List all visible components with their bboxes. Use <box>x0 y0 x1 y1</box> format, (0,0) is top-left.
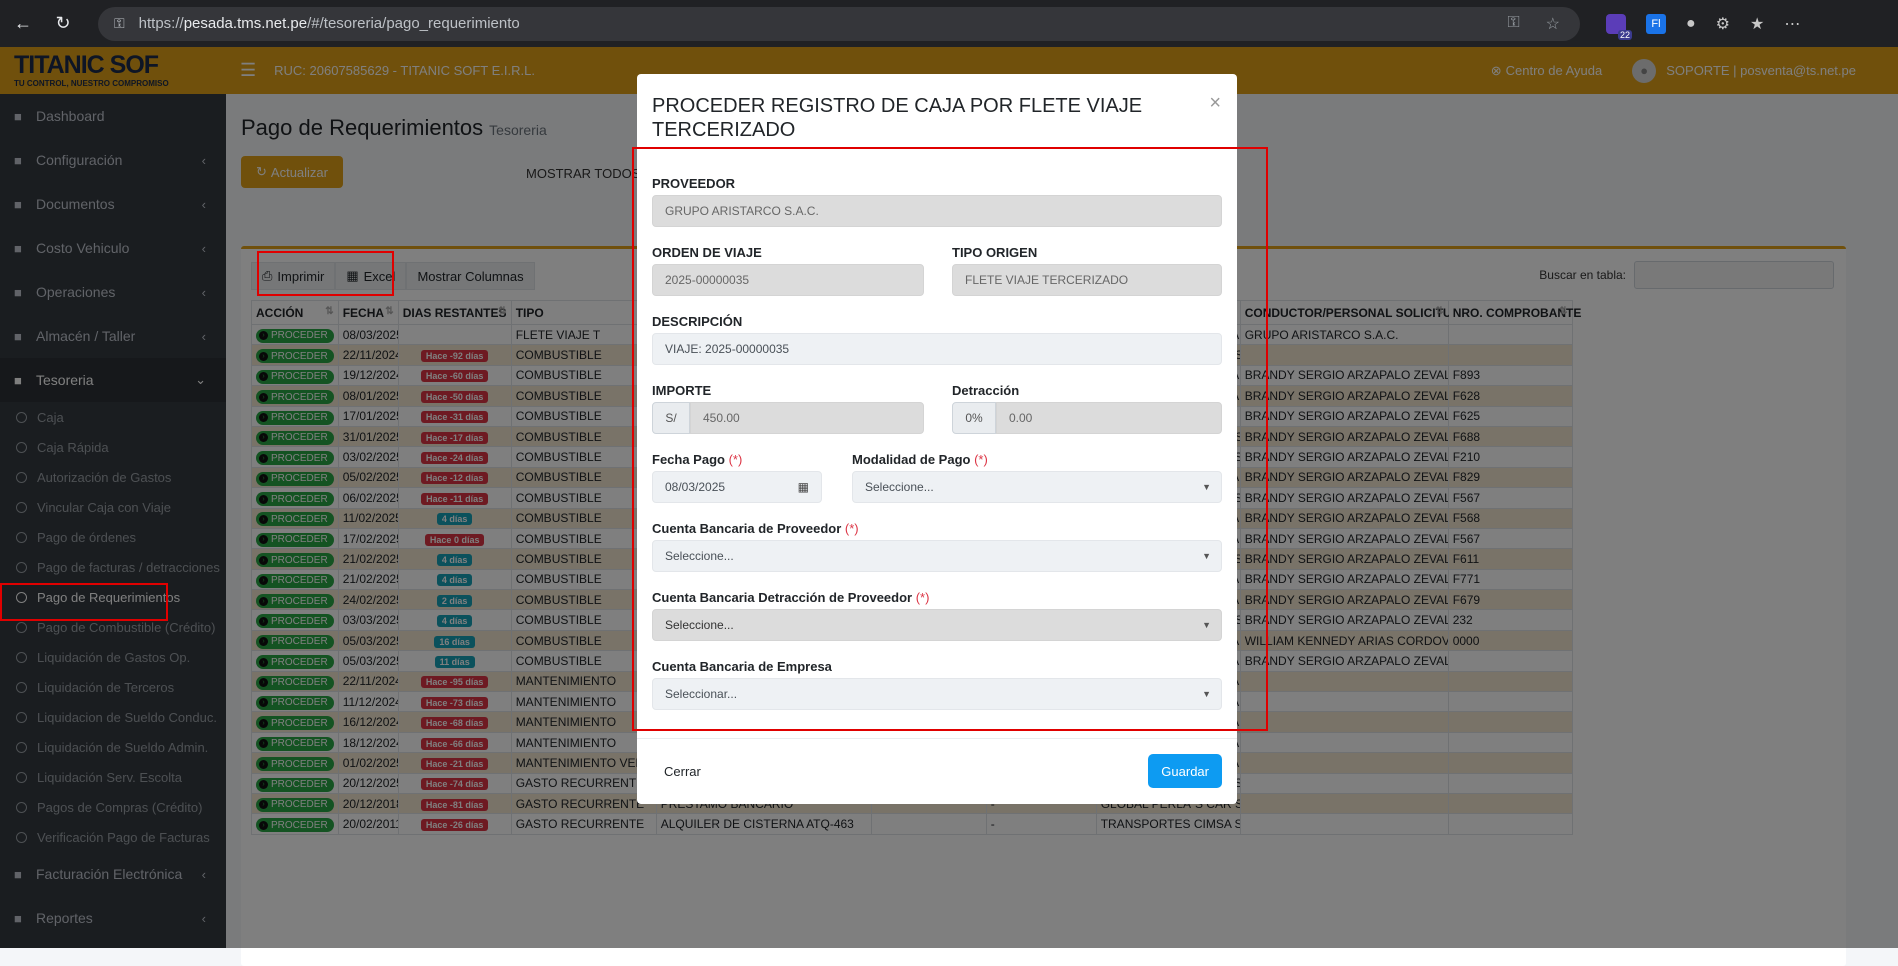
url-prefix: https:// <box>138 15 184 32</box>
site-info-icon[interactable]: ⚿ <box>114 15 125 32</box>
cuenta-empresa-label: Cuenta Bancaria de Empresa <box>652 659 832 674</box>
modal-title: PROCEDER REGISTRO DE CAJA POR FLETE VIAJ… <box>652 95 1143 141</box>
proveedor-field[interactable]: GRUPO ARISTARCO S.A.C. <box>652 195 1222 227</box>
chevron-down-icon: ▼ <box>1202 689 1211 699</box>
cuenta-empresa-select[interactable]: Seleccionar... ▼ <box>652 678 1222 710</box>
extension-fl-icon[interactable]: Fl <box>1646 13 1666 34</box>
tipo-origen-label: TIPO ORIGEN <box>952 245 1038 260</box>
detraccion-label: Detracción <box>952 383 1020 398</box>
cuenta-detraccion-label: Cuenta Bancaria Detracción de Proveedor … <box>652 590 929 605</box>
modal-divider <box>637 148 1237 149</box>
descripcion-label: DESCRIPCIÓN <box>652 314 743 329</box>
browser-toolbar: ← ↻ ⚿ https://pesada.tms.net.pe/#/tesore… <box>0 0 1898 47</box>
app: TITANIC SOF TU CONTROL, NUESTRO COMPROMI… <box>0 47 1898 966</box>
required-mark: (*) <box>844 521 859 536</box>
required-mark: (*) <box>974 452 988 467</box>
descripcion-field[interactable]: VIAJE: 2025-00000035 <box>652 333 1222 365</box>
chevron-down-icon: ▼ <box>1202 620 1211 630</box>
orden-viaje-field[interactable]: 2025-00000035 <box>652 264 924 296</box>
detraccion-percent: 0% <box>952 402 996 434</box>
cuenta-proveedor-label-text: Cuenta Bancaria de Proveedor <box>652 521 842 536</box>
save-button[interactable]: Guardar <box>1148 754 1222 788</box>
required-mark: (*) <box>915 590 930 605</box>
tipo-origen-field[interactable]: FLETE VIAJE TERCERIZADO <box>952 264 1222 296</box>
fecha-pago-value: 08/03/2025 <box>665 480 726 494</box>
url-host: pesada.tms.net.pe <box>183 15 308 32</box>
importe-currency: S/ <box>652 402 690 434</box>
cuenta-detraccion-value: Seleccione... <box>665 618 734 632</box>
cuenta-empresa-value: Seleccionar... <box>665 687 738 701</box>
proveedor-label: PROVEEDOR <box>652 176 736 191</box>
bookmark-star-icon[interactable]: ☆ <box>1546 14 1560 34</box>
extension-robot-icon[interactable]: ● <box>1686 15 1696 33</box>
cancel-button[interactable]: Cerrar <box>652 754 713 788</box>
modalidad-value: Seleccione... <box>865 480 934 494</box>
reload-icon[interactable]: ↻ <box>46 7 80 41</box>
favorites-icon[interactable]: ★ <box>1750 14 1764 34</box>
puzzle-icon[interactable]: ⚙ <box>1716 14 1730 34</box>
modalidad-label-text: Modalidad de Pago <box>852 452 971 467</box>
cuenta-proveedor-label: Cuenta Bancaria de Proveedor (*) <box>652 521 859 536</box>
close-icon[interactable]: × <box>1209 92 1221 115</box>
extension-badge-count: 22 <box>1617 29 1632 40</box>
modalidad-label: Modalidad de Pago (*) <box>852 452 988 467</box>
cuenta-detraccion-label-text: Cuenta Bancaria Detracción de Proveedor <box>652 590 913 605</box>
modalidad-select[interactable]: Seleccione... ▼ <box>852 471 1222 503</box>
more-menu-icon[interactable]: ⋯ <box>1784 14 1800 34</box>
cuenta-proveedor-value: Seleccione... <box>665 549 734 563</box>
fecha-pago-input[interactable]: 08/03/2025 ▦ <box>652 471 822 503</box>
fecha-pago-label: Fecha Pago (*) <box>652 452 742 467</box>
importe-field[interactable]: 450.00 <box>690 402 924 434</box>
importe-label: IMPORTE <box>652 383 712 398</box>
chevron-down-icon: ▼ <box>1202 551 1211 561</box>
extension-icon[interactable]: 22 <box>1606 13 1632 40</box>
address-bar[interactable]: ⚿ https://pesada.tms.net.pe/#/tesoreria/… <box>98 6 1580 41</box>
cuenta-detraccion-select[interactable]: Seleccione... ▼ <box>652 609 1222 641</box>
chevron-down-icon: ▼ <box>1202 482 1211 492</box>
url-path: /#/tesoreria/pago_requerimiento <box>307 15 520 32</box>
back-icon[interactable]: ← <box>6 7 40 41</box>
payment-modal: PROCEDER REGISTRO DE CAJA POR FLETE VIAJ… <box>637 74 1237 804</box>
required-mark: (*) <box>728 452 743 467</box>
fecha-pago-label-text: Fecha Pago <box>652 452 725 467</box>
calendar-icon[interactable]: ▦ <box>798 480 809 494</box>
key-icon[interactable]: ⚿ <box>1507 14 1519 34</box>
orden-viaje-label: ORDEN DE VIAJE <box>652 245 762 260</box>
modal-footer-divider <box>637 738 1237 739</box>
cuenta-proveedor-select[interactable]: Seleccione... ▼ <box>652 540 1222 572</box>
detraccion-field[interactable]: 0.00 <box>996 402 1222 434</box>
